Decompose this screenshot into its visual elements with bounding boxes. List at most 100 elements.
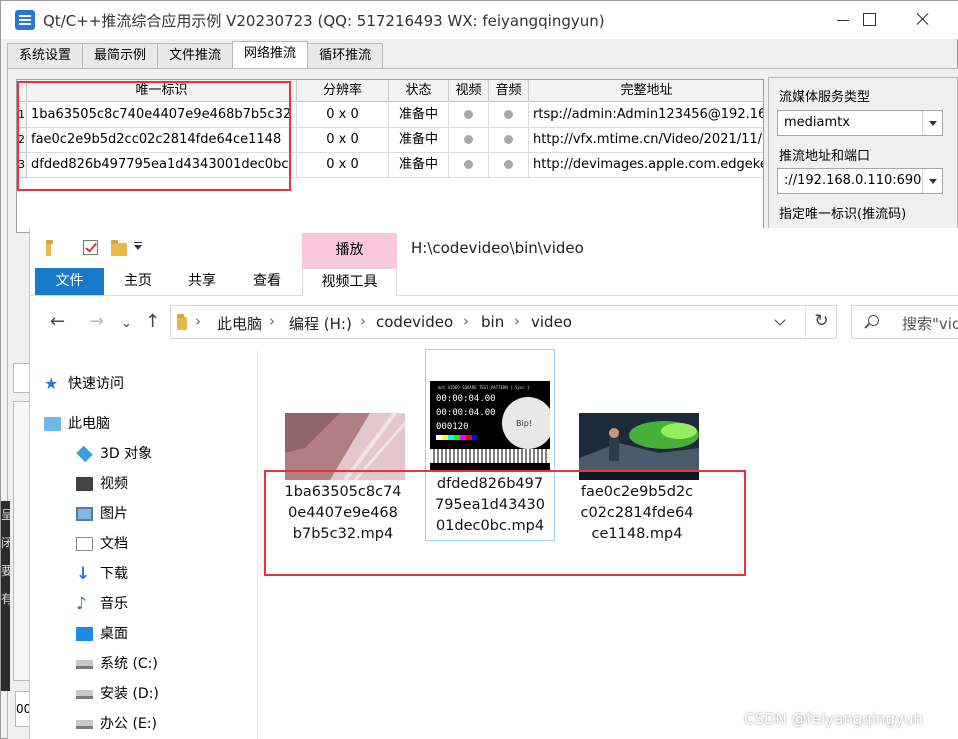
desktop-icon [76,627,93,641]
screenshot-stage: Qt/C++推流综合应用示例 V20230723 (QQ: 517216493 … [0,0,958,739]
video-status-dot-icon [464,160,473,169]
cube-icon [76,445,93,463]
cell-resolution: 0 x 0 [297,153,389,178]
back-arrow-icon[interactable]: ← [50,313,65,331]
push-address-value: ://192.168.0.110:6907 [784,173,930,188]
push-settings-panel: 流媒体服务类型 mediamtx 推流地址和端口 ://192.168.0.11… [768,77,958,237]
maximize-icon[interactable] [846,1,892,39]
test-pattern-time: 00:00:04.00 [436,394,496,404]
address-bar[interactable]: › 此电脑 › 编程 (H:) › codevideo › bin › vide… [170,305,837,339]
annotation-box-file-names [264,470,746,576]
picture-icon [76,507,93,521]
service-type-value: mediamtx [784,115,850,130]
film-icon [76,477,93,491]
tab-network-push[interactable]: 网络推流 [232,41,309,68]
nav-label: 桌面 [100,626,128,642]
forward-arrow-icon[interactable]: → [89,313,104,331]
audio-status-dot-icon [504,160,513,169]
cell-audio [489,103,529,128]
audio-status-dot-icon [504,110,513,119]
ribbon-tabs: 文件 主页 共享 查看 视频工具 [30,268,958,296]
search-placeholder: 搜索"vid [902,315,958,333]
chevron-right-icon[interactable]: › [269,312,275,330]
breadcrumb-video[interactable]: video [531,313,572,331]
col-header-status[interactable]: 状态 [389,80,449,102]
col-header-audio[interactable]: 音频 [489,80,529,102]
cell-video [449,103,489,128]
nav-label: 3D 对象 [100,446,153,462]
nav-label: 下载 [100,566,128,582]
push-address-label: 推流地址和端口 [779,149,871,164]
address-history-chevron-icon[interactable] [774,314,788,328]
nav-label: 图片 [100,506,128,522]
search-icon [868,315,879,326]
col-header-video[interactable]: 视频 [449,80,489,102]
chevron-right-icon[interactable]: › [514,312,520,330]
nav-label: 办公 (E:) [100,716,157,732]
explorer-title: H:\codevideo\bin\video [411,239,584,257]
ribbon-tab-file[interactable]: 文件 [35,268,104,295]
folder-icon[interactable] [46,240,53,256]
csdn-watermark: CSDN @feiyangqingyun [744,710,923,728]
chevron-right-icon[interactable]: › [463,312,469,330]
edge-char: 呈 [1,508,10,522]
breadcrumb-this-pc[interactable]: 此电脑 [217,313,262,334]
chevron-down-icon[interactable] [922,169,942,193]
col-header-url[interactable]: 完整地址 [529,80,763,102]
cell-resolution: 0 x 0 [297,128,389,153]
edge-char: 有 [1,592,10,606]
ribbon-tab-share[interactable]: 共享 [180,268,224,295]
star-icon: ★ [44,374,59,393]
cell-url: http://vfx.mtime.cn/Video/2021/11/ [529,128,763,153]
breadcrumb-bin[interactable]: bin [481,313,504,331]
annotation-box-table-ids [17,81,291,191]
app-icon [15,10,35,30]
chevron-down-icon[interactable] [922,111,942,135]
up-arrow-icon[interactable]: ↑ [145,313,160,331]
edge-char: 闭 [1,536,10,550]
nav-label: 音乐 [100,596,128,612]
edge-char: 要 [1,564,10,578]
video-thumbnail: mot VIDEO SQUARE TEST PATTERN | Sync 1 0… [430,381,550,471]
cell-audio [489,153,529,178]
download-icon: ↓ [76,564,91,584]
navigation-pane: ★ 快速访问 此电脑 3D 对象 视频 图片 文档 ↓ 下载 ♪ 音乐 桌面 系统 (… [30,348,258,739]
push-address-combo[interactable]: ://192.168.0.110:6907 [777,168,943,194]
breadcrumb-codevideo[interactable]: codevideo [376,313,453,331]
search-box[interactable]: 搜索"vid [851,305,958,339]
close-icon[interactable] [900,1,946,39]
tab-simple-example[interactable]: 最简示例 [82,43,159,68]
audio-status-dot-icon [504,135,513,144]
folder-icon [177,314,187,330]
tab-loop-push[interactable]: 循环推流 [307,43,384,68]
ribbon-tab-video-tools[interactable]: 视频工具 [302,268,397,296]
breadcrumb-drive-h[interactable]: 编程 (H:) [289,313,352,334]
chevron-right-icon[interactable]: › [360,312,366,330]
cell-status: 准备中 [389,128,449,153]
service-type-select[interactable]: mediamtx [777,110,943,136]
nav-label: 文档 [100,536,128,552]
tab-system-settings[interactable]: 系统设置 [7,43,84,68]
refresh-icon[interactable]: ↻ [805,305,837,339]
col-header-resolution[interactable]: 分辨率 [297,80,389,102]
music-icon: ♪ [76,594,87,614]
chevron-right-icon[interactable]: › [195,312,201,330]
cell-video [449,153,489,178]
nav-label: 视频 [100,476,128,492]
ribbon-tab-home[interactable]: 主页 [116,268,160,295]
customize-toolbar-icon[interactable] [134,242,142,250]
address-toolbar: ← → ⌄ ↑ › 此电脑 › 编程 (H:) › codevideo › bi… [30,296,958,348]
new-folder-icon[interactable] [111,240,127,256]
properties-check-icon[interactable] [83,240,98,255]
cell-url: http://devimages.apple.com.edgekey. [529,153,763,178]
recent-locations-icon[interactable]: ⌄ [121,315,132,333]
tab-file-push[interactable]: 文件推流 [157,43,234,68]
unique-id-label: 指定唯一标识(推流码) [779,207,907,222]
drive-icon [76,660,93,669]
drive-icon [76,720,93,729]
ribbon-tab-view[interactable]: 查看 [245,268,289,295]
contextual-tab-play: 播放 [302,233,397,268]
video-status-dot-icon [464,110,473,119]
qt-titlebar: Qt/C++推流综合应用示例 V20230723 (QQ: 517216493 … [1,1,958,39]
background-window-edge: 呈 闭 要 有 [1,501,10,691]
